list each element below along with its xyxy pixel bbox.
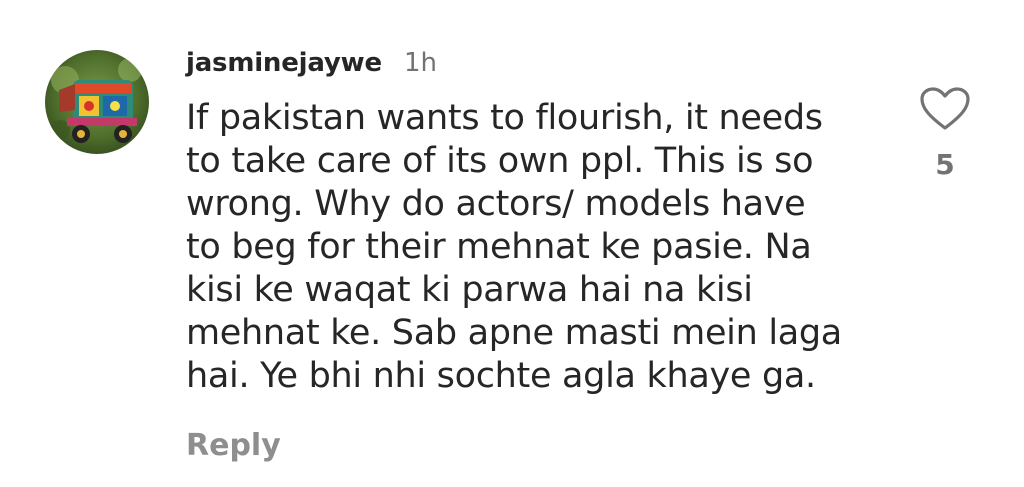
- reply-button[interactable]: Reply: [186, 428, 281, 463]
- comment-text-line: mehnat ke. Sab apne masti mein laga: [186, 313, 842, 353]
- comment-text-line: kisi ke waqat ki parwa hai na kisi: [186, 270, 753, 310]
- comment-body: jasminejaywe 1h If pakistan wants to flo…: [186, 48, 886, 398]
- avatar-image: [45, 50, 149, 154]
- comment-text-line: to beg for their mehnat ke pasie. Na: [186, 227, 812, 267]
- comment-text-line: hai. Ye bhi nhi sochte agla khaye ga.: [186, 356, 816, 396]
- timestamp: 1h: [403, 48, 437, 78]
- comment-item: jasminejaywe 1h If pakistan wants to flo…: [0, 0, 1024, 487]
- comment-text-line: to take care of its own ppl. This is so: [186, 141, 814, 181]
- comment-text-line: If pakistan wants to flourish, it needs: [186, 98, 823, 138]
- like-area: 5: [916, 86, 974, 181]
- comment-header: jasminejaywe 1h: [186, 48, 886, 88]
- comment-text-line: wrong. Why do actors/ models have: [186, 184, 806, 224]
- username[interactable]: jasminejaywe: [186, 48, 382, 78]
- heart-outline-icon: [920, 87, 970, 130]
- comment-text: If pakistan wants to flourish, it needs …: [186, 97, 876, 398]
- avatar[interactable]: [45, 50, 149, 154]
- like-button[interactable]: [919, 86, 971, 132]
- like-count: 5: [935, 148, 955, 181]
